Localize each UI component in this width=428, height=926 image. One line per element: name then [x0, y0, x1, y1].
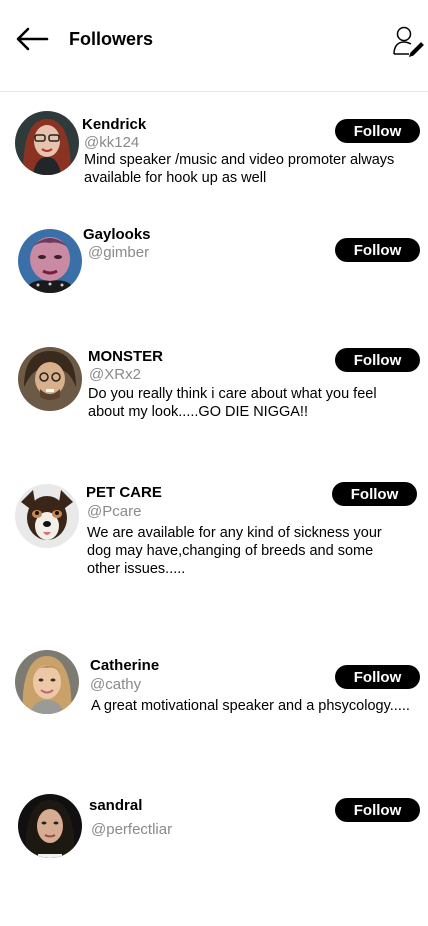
follower-name: MONSTER [88, 348, 163, 365]
back-button[interactable] [14, 24, 50, 54]
follower-name: Kendrick [82, 116, 147, 133]
avatar [15, 111, 79, 175]
follower-name: Gaylooks [83, 226, 151, 243]
follower-handle: @gimber [88, 244, 150, 261]
avatar [18, 229, 82, 293]
follower-bio: Do you really think i care about what yo… [88, 386, 377, 420]
add-user-button[interactable] [391, 24, 425, 58]
follow-button[interactable]: Follow [335, 348, 420, 372]
follow-button[interactable]: Follow [335, 798, 420, 822]
follow-button[interactable]: Follow [335, 238, 420, 262]
follower-name: Catherine [90, 657, 160, 674]
follower-bio: Mind speaker /music and video promoter a… [84, 152, 395, 186]
follow-button[interactable]: Follow [332, 482, 417, 506]
follower-name: sandral [89, 797, 143, 814]
avatar [15, 650, 79, 714]
user-edit-icon [393, 26, 424, 58]
app-header: Followers [0, 0, 428, 92]
follower-bio: A great motivational speaker and a phsyc… [91, 698, 410, 714]
follower-handle: @perfectliar [91, 821, 173, 838]
follower-handle: @Pcare [87, 503, 142, 520]
follower-handle: @cathy [90, 676, 142, 693]
page-title: Followers [69, 29, 154, 49]
follower-handle: @XRx2 [89, 366, 141, 383]
avatar [15, 484, 79, 548]
arrow-left-icon [16, 27, 49, 51]
follower-name: PET CARE [86, 484, 162, 501]
follow-button[interactable]: Follow [335, 119, 420, 143]
follow-button[interactable]: Follow [335, 665, 420, 689]
follower-handle: @kk124 [84, 134, 140, 151]
avatar [18, 794, 82, 858]
follower-bio: We are available for any kind of sicknes… [87, 525, 382, 577]
avatar [18, 347, 82, 411]
